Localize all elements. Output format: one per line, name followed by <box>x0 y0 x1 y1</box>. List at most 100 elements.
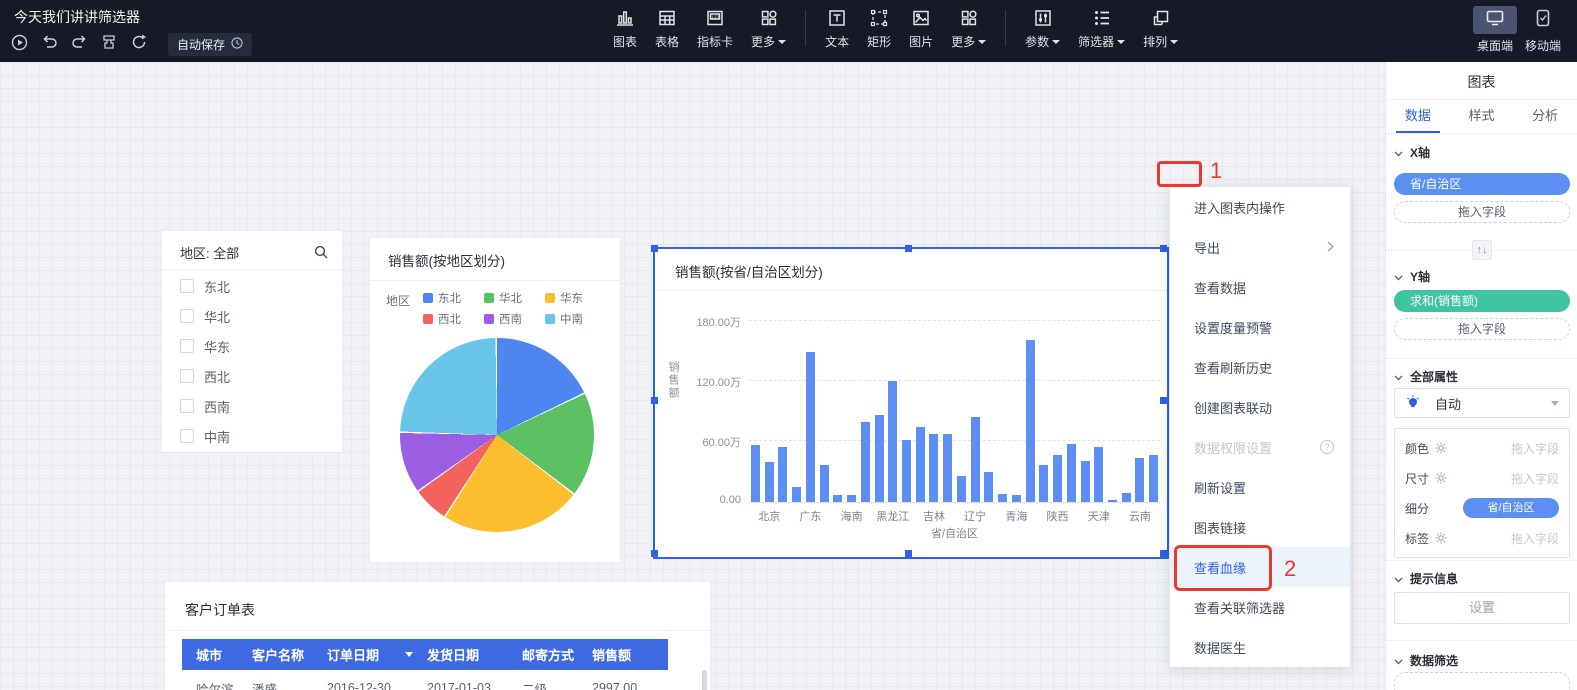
gear-icon[interactable] <box>1435 532 1447 544</box>
region-filter-card[interactable]: 地区: 全部 东北华北华东西北西南中南 <box>162 231 342 452</box>
tool-more-grid-button[interactable]: 更多 <box>751 6 786 50</box>
menu-item-数据医生[interactable]: 数据医生 <box>1170 627 1350 667</box>
bar-吉林[interactable] <box>929 434 938 502</box>
color-mode-dropdown[interactable]: 自动 <box>1394 388 1570 418</box>
tool-image-button[interactable]: 图片 <box>909 6 933 50</box>
mobile-mode-button[interactable] <box>1521 6 1565 34</box>
prop-field-pill[interactable]: 省/自治区 <box>1463 498 1559 518</box>
tool-parameter-button[interactable]: 参数 <box>1025 6 1060 50</box>
bar-内蒙古[interactable] <box>984 472 993 502</box>
filter-option-华东[interactable]: 华东 <box>180 331 230 361</box>
bar-山东[interactable] <box>1026 340 1035 502</box>
preview-button[interactable] <box>10 36 28 54</box>
swap-axes-button[interactable]: ↑↓ <box>1472 240 1492 260</box>
y-axis-drop-zone[interactable]: 拖入字段 <box>1394 318 1570 340</box>
column-header-邮寄方式[interactable]: 邮寄方式 <box>508 645 578 664</box>
menu-item-查看血缘[interactable]: 查看血缘 <box>1170 547 1350 587</box>
resize-handle[interactable] <box>651 397 658 404</box>
bar-新疆[interactable] <box>1122 493 1131 502</box>
table-row[interactable]: 哈尔滨潘盛2016-12-302017-01-03二级2997.00 <box>182 670 668 690</box>
resize-handle[interactable] <box>1160 245 1167 252</box>
bar-青海[interactable] <box>1012 495 1021 502</box>
menu-item-进入图表内操作[interactable]: 进入图表内操作 <box>1170 187 1350 227</box>
filter-option-西南[interactable]: 西南 <box>180 391 230 421</box>
bar-天津[interactable] <box>1094 447 1103 502</box>
order-table-card[interactable]: 客户订单表 城市客户名称订单日期发货日期邮寄方式销售额哈尔滨潘盛2016-12-… <box>165 582 710 690</box>
resize-handle[interactable] <box>651 550 658 557</box>
menu-item-查看关联筛选器[interactable]: 查看关联筛选器 <box>1170 587 1350 627</box>
redo-button[interactable] <box>70 36 88 54</box>
y-axis-field-pill[interactable]: 求和(销售额) <box>1394 290 1570 312</box>
panel-tab-分析[interactable]: 分析 <box>1513 100 1577 133</box>
bar-安徽[interactable] <box>751 445 760 502</box>
column-header-客户名称[interactable]: 客户名称 <box>238 645 313 664</box>
checkbox[interactable] <box>180 309 194 323</box>
checkbox[interactable] <box>180 399 194 413</box>
autosave-chip[interactable]: 自动保存 <box>168 33 252 56</box>
bar-chart-card[interactable]: 销售额(按省/自治区划分) 销售额 180.00万120.00万60.00万0.… <box>655 249 1167 557</box>
tool-kpi-card-button[interactable]: 123指标卡 <box>697 6 733 50</box>
bar-西藏[interactable] <box>1108 500 1117 502</box>
legend-item-西北[interactable]: 西北 <box>423 311 484 327</box>
column-header-发货日期[interactable]: 发货日期 <box>413 645 508 664</box>
bar-河北[interactable] <box>861 422 870 502</box>
tool-text-button[interactable]: 文本 <box>825 6 849 50</box>
undo-button[interactable] <box>40 36 58 54</box>
tool-filter-button[interactable]: 筛选器 <box>1078 6 1125 50</box>
bar-北京[interactable] <box>765 462 774 502</box>
checkbox[interactable] <box>180 369 194 383</box>
refresh-button[interactable] <box>130 36 148 54</box>
tool-rectangle-button[interactable]: 矩形 <box>867 6 891 50</box>
resize-handle[interactable] <box>1160 397 1167 404</box>
bar-黑龙江[interactable] <box>888 381 897 502</box>
prop-drop-placeholder[interactable]: 拖入字段 <box>1511 470 1559 487</box>
bar-云南[interactable] <box>1135 458 1144 502</box>
prop-drop-placeholder[interactable]: 拖入字段 <box>1511 440 1559 457</box>
gear-icon[interactable] <box>1435 442 1447 454</box>
tooltip-settings-button[interactable]: 设置 <box>1394 592 1570 624</box>
checkbox[interactable] <box>180 429 194 443</box>
search-icon[interactable] <box>314 245 328 264</box>
x-axis-drop-zone[interactable]: 拖入字段 <box>1394 201 1570 223</box>
resize-handle[interactable] <box>1160 550 1167 557</box>
tool-more-grid-button[interactable]: 更多 <box>951 6 986 50</box>
filter-option-中南[interactable]: 中南 <box>180 421 230 451</box>
pie-chart-card[interactable]: 销售额(按地区划分) 地区 东北华北华东西北西南中南 <box>370 238 620 562</box>
menu-item-刷新设置[interactable]: 刷新设置 <box>1170 467 1350 507</box>
bar-陕西[interactable] <box>1053 455 1062 502</box>
checkbox[interactable] <box>180 339 194 353</box>
bar-湖北[interactable] <box>902 440 911 502</box>
bar-上海[interactable] <box>1067 444 1076 502</box>
gear-icon[interactable] <box>1435 472 1447 484</box>
column-header-订单日期[interactable]: 订单日期 <box>313 645 413 664</box>
bar-海南[interactable] <box>847 495 856 502</box>
x-axis-section-header[interactable]: X轴 <box>1394 144 1430 161</box>
legend-item-东北[interactable]: 东北 <box>423 290 484 306</box>
menu-item-创建图表联动[interactable]: 创建图表联动 <box>1170 387 1350 427</box>
menu-item-设置度量预警[interactable]: 设置度量预警 <box>1170 307 1350 347</box>
sort-desc-icon[interactable] <box>405 652 413 657</box>
format-brush-button[interactable] <box>100 36 118 54</box>
bar-浙江[interactable] <box>1149 455 1158 502</box>
tool-arrange-button[interactable]: 排列 <box>1143 6 1178 50</box>
bar-江西[interactable] <box>957 476 966 502</box>
bar-辽宁[interactable] <box>971 417 980 502</box>
resize-handle[interactable] <box>651 245 658 252</box>
bar-宁夏[interactable] <box>998 494 1007 502</box>
bar-河南[interactable] <box>875 415 884 502</box>
legend-item-中南[interactable]: 中南 <box>545 311 606 327</box>
tool-chart-button[interactable]: 图表 <box>613 6 637 50</box>
bar-福建[interactable] <box>778 447 787 502</box>
menu-item-查看数据[interactable]: 查看数据 <box>1170 267 1350 307</box>
data-filter-drop-zone[interactable] <box>1394 672 1570 690</box>
menu-item-导出[interactable]: 导出 <box>1170 227 1350 267</box>
bar-湖南[interactable] <box>916 427 925 502</box>
prop-drop-placeholder[interactable]: 拖入字段 <box>1511 530 1559 547</box>
x-axis-field-pill[interactable]: 省/自治区 <box>1394 173 1570 195</box>
tooltip-section-header[interactable]: 提示信息 <box>1394 570 1458 587</box>
bar-贵州[interactable] <box>833 495 842 502</box>
legend-item-西南[interactable]: 西南 <box>484 311 545 327</box>
table-scrollbar[interactable] <box>702 670 707 690</box>
panel-tab-数据[interactable]: 数据 <box>1386 100 1450 133</box>
filter-option-华北[interactable]: 华北 <box>180 301 230 331</box>
